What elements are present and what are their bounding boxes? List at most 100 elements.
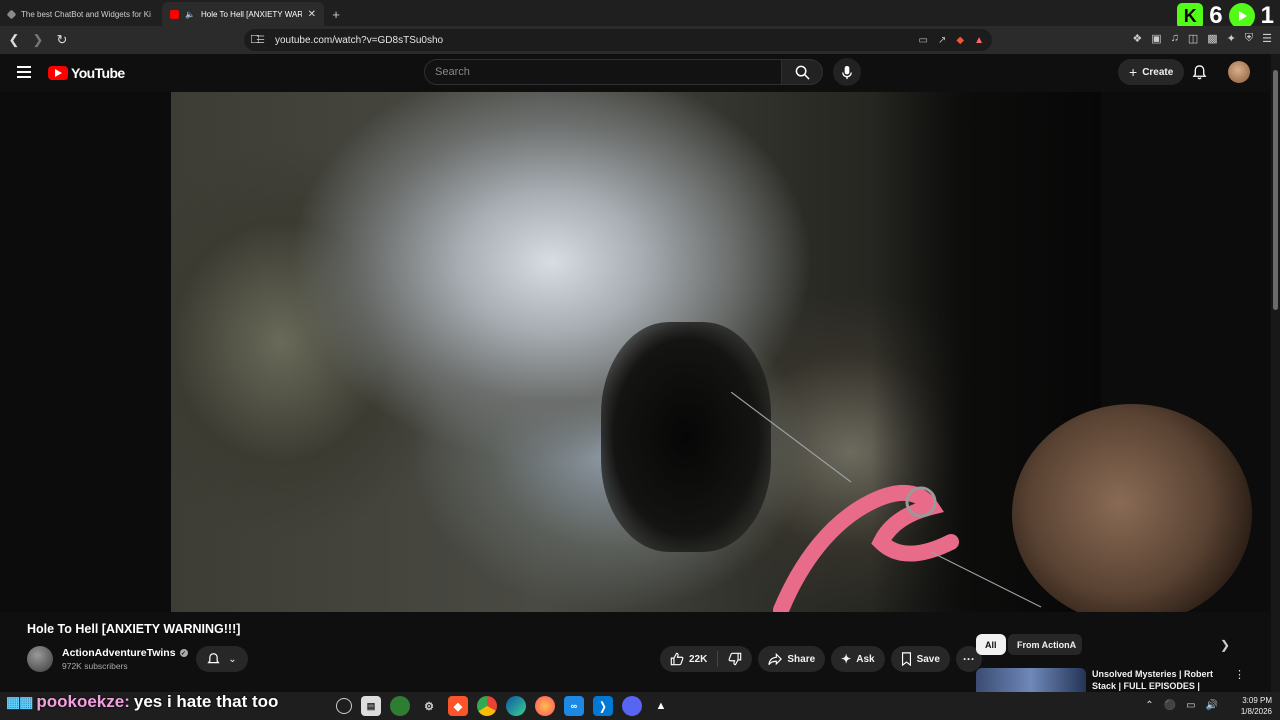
settings-icon[interactable]: ⚙ [419, 696, 439, 716]
app-icon[interactable]: ▤ [361, 696, 381, 716]
extension-icon[interactable]: ❖ [1132, 32, 1142, 45]
new-tab-button[interactable]: + [324, 2, 348, 26]
thumbs-down-icon [728, 652, 742, 666]
tab-title: The best ChatBot and Widgets for Ki [21, 9, 151, 19]
chip-from-channel[interactable]: From ActionA [1008, 634, 1082, 655]
video-actions: 22K Share ✦ Ask Save ··· [660, 646, 982, 672]
search-box[interactable] [424, 59, 782, 85]
edge-icon[interactable] [506, 696, 526, 716]
search-input[interactable] [435, 66, 781, 78]
chip-all[interactable]: All [976, 634, 1006, 655]
steam-icon[interactable]: ▲ [651, 696, 671, 716]
share-page-icon[interactable]: ↗ [938, 35, 946, 46]
subscriber-count: 972K subscribers [62, 661, 128, 671]
browser-tab[interactable]: The best ChatBot and Widgets for Ki [0, 2, 162, 26]
channel-name-text[interactable]: ActionAdventureTwins [62, 647, 176, 659]
verified-check-icon: ✓ [179, 649, 188, 657]
forward-icon[interactable]: ❯ [28, 32, 48, 48]
share-label: Share [787, 653, 816, 665]
youtube-logo[interactable]: YouTube [48, 65, 125, 81]
obs-icon[interactable] [336, 698, 352, 714]
wallet-icon[interactable]: ▩ [1207, 32, 1217, 45]
back-icon[interactable]: ❮ [4, 32, 24, 48]
cast-icon[interactable]: ▭ [919, 35, 928, 46]
youtube-wordmark: YouTube [71, 65, 125, 81]
system-clock[interactable]: 3:09 PM 1/8/2026 [1241, 695, 1272, 717]
scrollbar-thumb[interactable] [1273, 70, 1278, 310]
search-icon [795, 65, 810, 80]
ask-button[interactable]: ✦ Ask [831, 646, 885, 672]
screenshot-icon[interactable]: ▣ [1151, 32, 1161, 45]
share-icon [768, 652, 783, 665]
channel-name[interactable]: ActionAdventureTwins ✓ [62, 647, 188, 659]
microphone-icon [842, 65, 852, 79]
sidebar-icon[interactable]: ◫ [1188, 32, 1198, 45]
vpn-icon[interactable]: ⛨ [1245, 32, 1253, 45]
chat-badge-icon: ▦▦ [6, 694, 33, 711]
like-count: 22K [689, 653, 708, 665]
like-dislike-group: 22K [660, 646, 753, 672]
subscription-bell-button[interactable]: ⌄ [196, 646, 248, 672]
create-button[interactable]: + Create [1118, 59, 1185, 85]
taskbar-app-icons: ▤ ⚙ ◆ ∞ ❭ ▲ [336, 696, 671, 716]
network-icon[interactable]: ▭ [1186, 700, 1195, 711]
video-frame[interactable] [171, 92, 1101, 612]
shield-app-icon[interactable] [390, 696, 410, 716]
music-icon[interactable]: ♫ [1171, 32, 1179, 45]
bookmark-icon[interactable]: ☐ [250, 33, 260, 46]
share-button[interactable]: Share [758, 646, 826, 672]
streamer-webcam-overlay [1012, 404, 1252, 612]
account-avatar[interactable] [1228, 61, 1250, 83]
rope-line [731, 392, 1042, 608]
notifications-bell-icon[interactable] [1192, 64, 1207, 85]
youtube-header: YouTube + Create [0, 54, 1280, 92]
menu-icon[interactable]: ☰ [1262, 32, 1272, 45]
brave-shields-icon[interactable]: ◆ [956, 35, 964, 46]
speaker-icon[interactable]: 🔈 [185, 10, 195, 19]
tab-favicon-icon [6, 9, 17, 19]
search-button[interactable] [781, 59, 823, 85]
create-label: Create [1142, 66, 1174, 78]
dislike-button[interactable] [718, 646, 752, 672]
extensions-bar: ❖ ▣ ♫ ◫ ▩ ✦ ⛨ ☰ [1132, 32, 1272, 45]
chevron-right-icon[interactable]: ❯ [1220, 638, 1230, 652]
microphone-tray-icon[interactable]: ⚫ [1164, 700, 1176, 711]
plus-icon: + [1129, 64, 1138, 80]
address-bar-actions: ▭ ↗ ◆ ▲ [919, 35, 984, 46]
address-bar[interactable]: ☰ youtube.com/watch?v=GD8sTSu0sho ▭ ↗ ◆ … [244, 29, 992, 51]
url-text[interactable]: youtube.com/watch?v=GD8sTSu0sho [275, 35, 443, 46]
video-player[interactable] [0, 92, 1270, 612]
browser-tab-strip: The best ChatBot and Widgets for Ki 🔈 Ho… [0, 0, 1280, 29]
app-store-icon[interactable]: ∞ [564, 696, 584, 716]
discord-icon[interactable] [622, 696, 642, 716]
vscode-icon[interactable]: ❭ [593, 696, 613, 716]
close-tab-icon[interactable]: ✕ [308, 9, 316, 20]
chevron-down-icon: ⌄ [228, 653, 237, 665]
like-button[interactable]: 22K [660, 646, 717, 672]
chrome-icon[interactable] [477, 696, 497, 716]
brave-rewards-icon[interactable]: ▲ [974, 35, 984, 46]
firefox-icon[interactable] [535, 696, 555, 716]
tray-overflow-icon[interactable]: ⌃ [1145, 700, 1153, 711]
clock-date: 1/8/2026 [1240, 707, 1272, 716]
youtube-play-icon [48, 66, 68, 80]
clock-time: 3:09 PM [1242, 696, 1272, 705]
recommendation-menu-icon[interactable]: ⋮ [1234, 668, 1245, 681]
youtube-favicon-icon [170, 9, 179, 19]
volume-icon[interactable]: 🔊 [1206, 700, 1218, 711]
sparkle-icon: ✦ [841, 652, 852, 666]
tab-title: Hole To Hell [ANXIETY WARN [200, 9, 302, 19]
browser-tab-active[interactable]: 🔈 Hole To Hell [ANXIETY WARN ✕ [162, 2, 324, 26]
thumbs-up-icon [670, 652, 684, 666]
channel-avatar[interactable] [27, 646, 53, 672]
recommendation-thumbnail[interactable] [976, 668, 1086, 692]
bookmark-save-icon [901, 652, 911, 666]
reload-icon[interactable]: ↻ [52, 32, 72, 48]
leo-ai-icon[interactable]: ✦ [1227, 32, 1236, 45]
voice-search-button[interactable] [833, 58, 861, 86]
brave-browser-icon[interactable]: ◆ [448, 696, 468, 716]
save-button[interactable]: Save [890, 646, 950, 672]
page-scrollbar[interactable] [1271, 54, 1280, 692]
hamburger-menu-icon[interactable] [17, 66, 31, 81]
recommendation-title[interactable]: Unsolved Mysteries | Robert Stack | FULL… [1092, 668, 1222, 692]
